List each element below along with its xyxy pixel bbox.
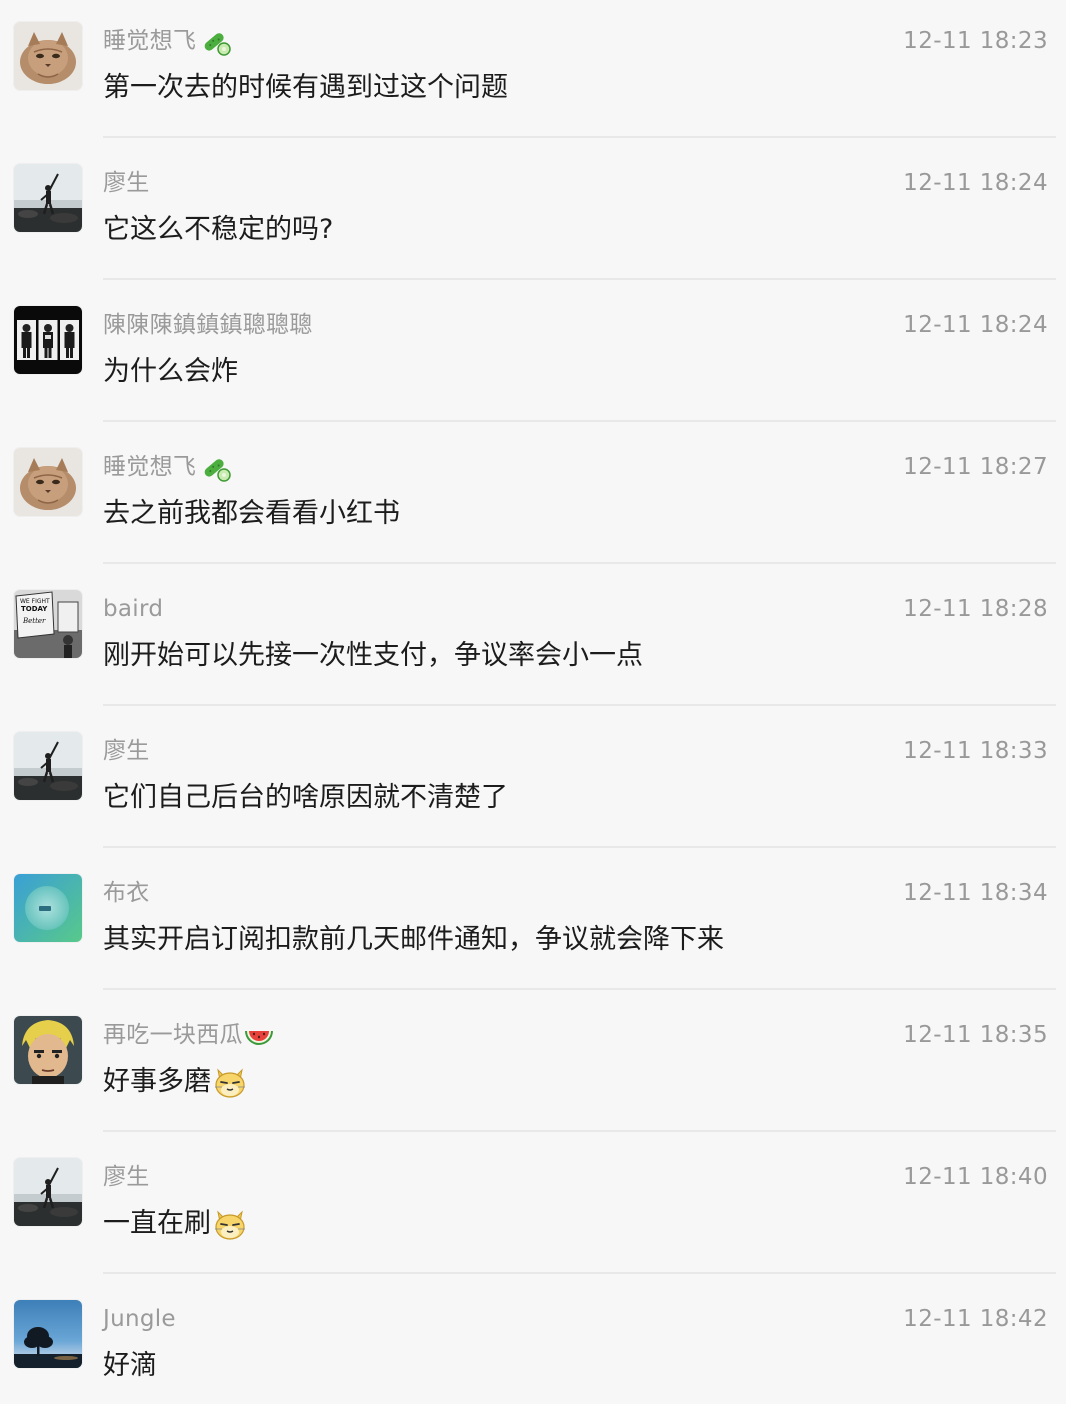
divider xyxy=(103,846,1056,848)
message-text[interactable]: 为什么会炸 xyxy=(103,352,238,392)
svg-text:Better: Better xyxy=(22,617,46,625)
seaside-man-avatar-icon xyxy=(14,164,82,232)
divider xyxy=(103,1272,1056,1274)
anime-character-avatar-icon xyxy=(14,1016,82,1084)
cucumber-icon xyxy=(200,451,232,483)
list-item[interactable]: 睡觉想飞 12-11 18:23 第一次去的时候有遇到过这个问题 xyxy=(0,0,1066,142)
message-time: 12-11 18:24 xyxy=(903,312,1048,338)
gradient-circle-avatar-icon xyxy=(14,874,82,942)
list-item[interactable]: 廖生 12-11 18:33 它们自己后台的啥原因就不清楚了 xyxy=(0,710,1066,852)
avatar[interactable] xyxy=(14,874,82,942)
watermelon-icon xyxy=(243,1019,275,1051)
cat-face-icon xyxy=(212,1206,248,1242)
sender-name[interactable]: 陳陳陳鎮鎮鎮聰聰聰 xyxy=(103,308,313,342)
message-time: 12-11 18:33 xyxy=(903,738,1048,764)
avatar[interactable] xyxy=(14,1158,82,1226)
divider xyxy=(103,420,1056,422)
avatar[interactable] xyxy=(14,22,82,90)
message-text[interactable]: 它这么不稳定的吗? xyxy=(103,210,333,250)
tree-sunset-avatar-icon xyxy=(14,1300,82,1368)
message-time: 12-11 18:23 xyxy=(903,28,1048,54)
cat-avatar-icon xyxy=(14,448,82,516)
divider xyxy=(103,136,1056,138)
three-people-avatar-icon xyxy=(14,306,82,374)
message-text[interactable]: 刚开始可以先接一次性支付，争议率会小一点 xyxy=(103,636,643,676)
sender-name[interactable]: 睡觉想飞 xyxy=(103,24,196,58)
message-time: 12-11 18:28 xyxy=(903,596,1048,622)
sender-name[interactable]: 廖生 xyxy=(103,1160,150,1194)
message-time: 12-11 18:34 xyxy=(903,880,1048,906)
list-item[interactable]: 廖生 12-11 18:40 一直在刷 xyxy=(0,1136,1066,1278)
message-text[interactable]: 其实开启订阅扣款前几天邮件通知，争议就会降下来 xyxy=(103,920,724,960)
avatar[interactable] xyxy=(14,164,82,232)
sender-name[interactable]: 廖生 xyxy=(103,166,150,200)
message-time: 12-11 18:40 xyxy=(903,1164,1048,1190)
list-item[interactable]: Jungle 12-11 18:42 好滴 xyxy=(0,1278,1066,1404)
message-text[interactable]: 去之前我都会看看小红书 xyxy=(103,494,400,534)
sender-name[interactable]: baird xyxy=(103,592,163,626)
sender-name[interactable]: Jungle xyxy=(103,1302,176,1336)
seaside-man-avatar-icon xyxy=(14,732,82,800)
avatar[interactable] xyxy=(14,732,82,800)
svg-text:TODAY: TODAY xyxy=(21,605,48,613)
divider xyxy=(103,278,1056,280)
avatar[interactable] xyxy=(14,1300,82,1368)
list-item[interactable]: 布衣 12-11 18:34 其实开启订阅扣款前几天邮件通知，争议就会降下来 xyxy=(0,852,1066,994)
list-item[interactable]: 再吃一块西瓜 12-11 18:35 好事多磨 xyxy=(0,994,1066,1136)
list-item[interactable]: WE FIGHT TODAY Better baird 12-11 18:28 … xyxy=(0,568,1066,710)
message-text[interactable]: 第一次去的时候有遇到过这个问题 xyxy=(103,68,508,108)
message-time: 12-11 18:27 xyxy=(903,454,1048,480)
message-text[interactable]: 一直在刷 xyxy=(103,1204,211,1244)
message-list: 睡觉想飞 12-11 18:23 第一次去的时候有遇到过这个问题 廖生 12-1… xyxy=(0,0,1066,1404)
seaside-man-avatar-icon xyxy=(14,1158,82,1226)
message-time: 12-11 18:35 xyxy=(903,1022,1048,1048)
divider xyxy=(103,988,1056,990)
cucumber-icon xyxy=(200,25,232,57)
cat-avatar-icon xyxy=(14,22,82,90)
list-item[interactable]: 陳陳陳鎮鎮鎮聰聰聰 12-11 18:24 为什么会炸 xyxy=(0,284,1066,426)
message-time: 12-11 18:24 xyxy=(903,170,1048,196)
message-text[interactable]: 好滴 xyxy=(103,1346,157,1386)
sender-name[interactable]: 再吃一块西瓜 xyxy=(103,1018,243,1052)
message-time: 12-11 18:42 xyxy=(903,1306,1048,1332)
message-text[interactable]: 好事多磨 xyxy=(103,1062,211,1102)
avatar[interactable] xyxy=(14,306,82,374)
avatar[interactable]: WE FIGHT TODAY Better xyxy=(14,590,82,658)
sender-name[interactable]: 布衣 xyxy=(103,876,150,910)
sender-name[interactable]: 廖生 xyxy=(103,734,150,768)
protest-sign-avatar-icon: WE FIGHT TODAY Better xyxy=(14,590,82,658)
message-text[interactable]: 它们自己后台的啥原因就不清楚了 xyxy=(103,778,508,818)
list-item[interactable]: 睡觉想飞 12-11 18:27 去之前我都会看看小红书 xyxy=(0,426,1066,568)
divider xyxy=(103,1130,1056,1132)
divider xyxy=(103,562,1056,564)
cat-face-icon xyxy=(212,1064,248,1100)
svg-text:WE FIGHT: WE FIGHT xyxy=(20,598,50,605)
avatar[interactable] xyxy=(14,448,82,516)
divider xyxy=(103,704,1056,706)
list-item[interactable]: 廖生 12-11 18:24 它这么不稳定的吗? xyxy=(0,142,1066,284)
avatar[interactable] xyxy=(14,1016,82,1084)
sender-name[interactable]: 睡觉想飞 xyxy=(103,450,196,484)
